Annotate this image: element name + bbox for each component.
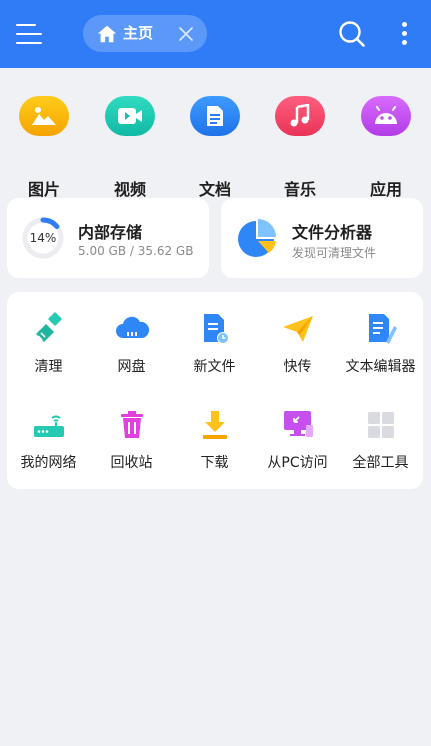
text-editor-icon — [369, 314, 397, 344]
tool-cloud-drive[interactable]: 网盘 — [90, 292, 173, 377]
tool-quick-transfer[interactable]: 快传 — [256, 292, 339, 377]
top-app-bar: 主页 — [0, 0, 431, 68]
download-icon — [203, 411, 227, 439]
category-label: 文档 — [198, 180, 231, 199]
tool-label: 快传 — [283, 359, 312, 375]
pc-access-icon — [284, 411, 313, 437]
tool-recycle-bin[interactable]: 回收站 — [90, 388, 173, 473]
tool-label: 下载 — [200, 455, 229, 471]
analyzer-subtitle: 发现可清理文件 — [292, 246, 377, 260]
document-icon — [190, 96, 240, 136]
tool-clean[interactable]: 清理 — [7, 292, 90, 377]
video-icon — [105, 96, 155, 136]
category-label: 应用 — [369, 180, 402, 199]
tool-label: 文本编辑器 — [345, 359, 416, 375]
tool-my-network[interactable]: 我的网络 — [7, 388, 90, 473]
menu-icon[interactable] — [16, 22, 44, 46]
home-icon — [97, 25, 117, 43]
category-documents[interactable]: 文档 — [180, 96, 250, 199]
music-icon — [275, 96, 325, 136]
tool-label: 全部工具 — [352, 455, 409, 471]
search-icon[interactable] — [338, 20, 366, 48]
trash-icon — [121, 411, 143, 438]
category-images[interactable]: 图片 — [9, 96, 79, 199]
more-options-icon[interactable] — [396, 20, 414, 48]
category-label: 视频 — [113, 180, 146, 199]
internal-storage-card[interactable]: 14% 内部存储 5.00 GB / 35.62 GB — [7, 198, 209, 278]
pie-chart-icon — [238, 219, 276, 257]
category-music[interactable]: 音乐 — [265, 96, 335, 199]
paper-plane-icon — [283, 316, 313, 342]
storage-title: 内部存储 — [78, 223, 143, 242]
category-videos[interactable]: 视频 — [95, 96, 165, 199]
tool-label: 清理 — [34, 359, 63, 375]
tool-label: 网盘 — [117, 359, 146, 375]
tab-home-label: 主页 — [123, 24, 154, 42]
tool-text-editor[interactable]: 文本编辑器 — [339, 292, 422, 377]
new-file-icon — [204, 314, 229, 344]
grid-icon — [368, 412, 394, 438]
tool-new-file[interactable]: 新文件 — [173, 292, 256, 377]
tool-pc-access[interactable]: 从PC访问 — [256, 388, 339, 473]
storage-usage-text: 5.00 GB / 35.62 GB — [78, 244, 194, 258]
tab-home[interactable]: 主页 — [83, 15, 207, 52]
tool-label: 我的网络 — [20, 455, 77, 471]
broom-icon — [36, 312, 62, 342]
router-icon — [34, 415, 64, 437]
android-icon — [361, 96, 411, 136]
tools-panel: 清理 网盘 新文件 快传 文本编辑器 我的网络 回收站 下载 从PC访问 全部工… — [7, 292, 423, 489]
cloud-drive-icon — [116, 316, 149, 338]
close-icon[interactable] — [177, 25, 195, 43]
category-row: 图片 视频 文档 音乐 应用 — [0, 68, 431, 199]
tool-all-tools[interactable]: 全部工具 — [339, 388, 422, 473]
tool-label: 新文件 — [193, 359, 236, 375]
tool-download[interactable]: 下载 — [173, 388, 256, 473]
file-analyzer-card[interactable]: 文件分析器 发现可清理文件 — [221, 198, 423, 278]
category-label: 音乐 — [283, 180, 316, 199]
category-apps[interactable]: 应用 — [351, 96, 421, 199]
storage-percent: 14% — [29, 231, 57, 245]
tool-label: 从PC访问 — [267, 455, 328, 471]
tool-label: 回收站 — [110, 455, 153, 471]
category-label: 图片 — [27, 180, 60, 199]
image-icon — [19, 96, 69, 136]
analyzer-title: 文件分析器 — [292, 223, 373, 242]
